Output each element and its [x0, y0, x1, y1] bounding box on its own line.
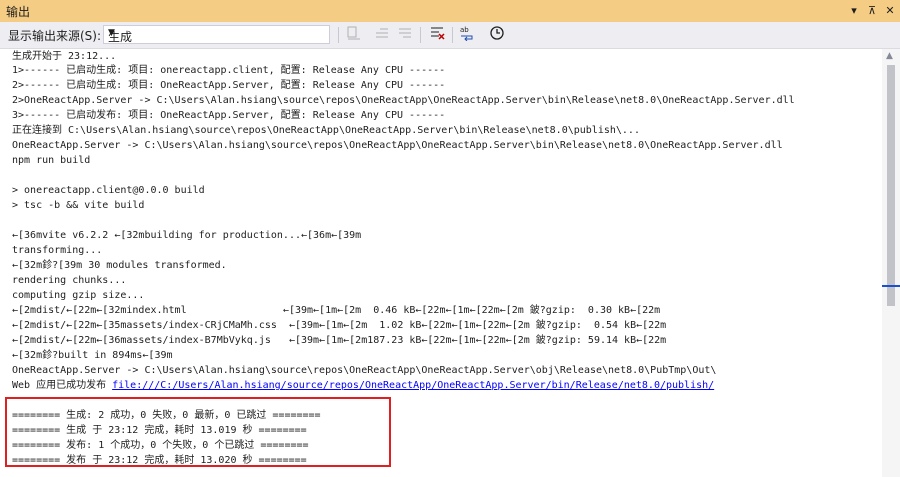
window-title: 输出: [6, 5, 31, 19]
toolbar-separator: [420, 27, 421, 43]
publish-success-text: Web 应用已成功发布: [12, 380, 113, 391]
output-line: ←[2mdist/←[22m←[32mindex.html ←[39m←[1m←…: [12, 305, 661, 316]
output-line: 正在连接到 C:\Users\Alan.hsiang\source\repos\…: [12, 125, 640, 136]
vertical-scrollbar[interactable]: ▲: [882, 49, 900, 477]
previous-message-icon[interactable]: [372, 25, 392, 45]
toolbar-separator: [452, 27, 453, 43]
chevron-down-icon: ▼: [108, 28, 115, 38]
publish-folder-link[interactable]: file:///C:/Users/Alan.hsiang/source/repo…: [112, 380, 714, 391]
pin-icon[interactable]: ⊼: [864, 2, 880, 19]
find-message-icon[interactable]: [344, 25, 364, 45]
scroll-up-icon[interactable]: ▲: [886, 51, 893, 61]
publish-success-line: Web 应用已成功发布 file:///C:/Users/Alan.hsiang…: [12, 378, 714, 393]
caret-position-marker: [882, 285, 900, 287]
output-line: ←[32m鉁?[39m 30 modules transformed.: [12, 260, 227, 271]
output-line: ←[2mdist/←[22m←[36massets/index-B7MbVykq…: [12, 335, 667, 346]
output-line: 2>OneReactApp.Server -> C:\Users\Alan.hs…: [12, 95, 795, 106]
output-title-bar: 输出 ▾ ⊼ ✕: [0, 0, 900, 22]
output-line: 1>------ 已启动生成: 项目: onereactapp.client, …: [12, 65, 446, 76]
output-line: ←[2mdist/←[22m←[35massets/index-CRjCMaMh…: [12, 320, 667, 331]
output-line: 3>------ 已启动发布: 项目: OneReactApp.Server, …: [12, 110, 446, 121]
word-wrap-icon[interactable]: ab: [457, 25, 477, 45]
close-icon[interactable]: ✕: [882, 2, 898, 19]
summary-highlight-box: [5, 397, 391, 467]
toolbar-separator: [338, 27, 339, 43]
next-message-icon[interactable]: [395, 25, 415, 45]
scrollbar-thumb[interactable]: [887, 65, 895, 306]
show-output-from-label: 显示输出来源(S):: [8, 29, 102, 43]
output-line: > tsc -b && vite build: [12, 200, 145, 211]
output-line: ←[36mvite v6.2.2 ←[32mbuilding for produ…: [12, 230, 362, 241]
output-line: OneReactApp.Server -> C:\Users\Alan.hsia…: [12, 140, 783, 151]
timestamp-icon[interactable]: [487, 25, 507, 45]
output-toolbar: 显示输出来源(S): 生成 ▼ ab: [0, 22, 900, 49]
output-line: transforming...: [12, 245, 103, 256]
output-line: OneReactApp.Server -> C:\Users\Alan.hsia…: [12, 365, 717, 376]
output-line: rendering chunks...: [12, 275, 127, 286]
output-line: > onereactapp.client@0.0.0 build: [12, 185, 205, 196]
output-source-select[interactable]: 生成 ▼: [103, 25, 330, 44]
output-line: ←[32m鉁?built in 894ms←[39m: [12, 350, 173, 361]
window-menu-dropdown-icon[interactable]: ▾: [846, 2, 862, 19]
output-line: computing gzip size...: [12, 290, 145, 301]
output-line: npm run build: [12, 155, 91, 166]
output-line: 生成开始于 23:12...: [12, 51, 117, 62]
output-line: 2>------ 已启动生成: 项目: OneReactApp.Server, …: [12, 80, 446, 91]
svg-text:ab: ab: [460, 26, 469, 34]
clear-all-icon[interactable]: [427, 25, 447, 45]
